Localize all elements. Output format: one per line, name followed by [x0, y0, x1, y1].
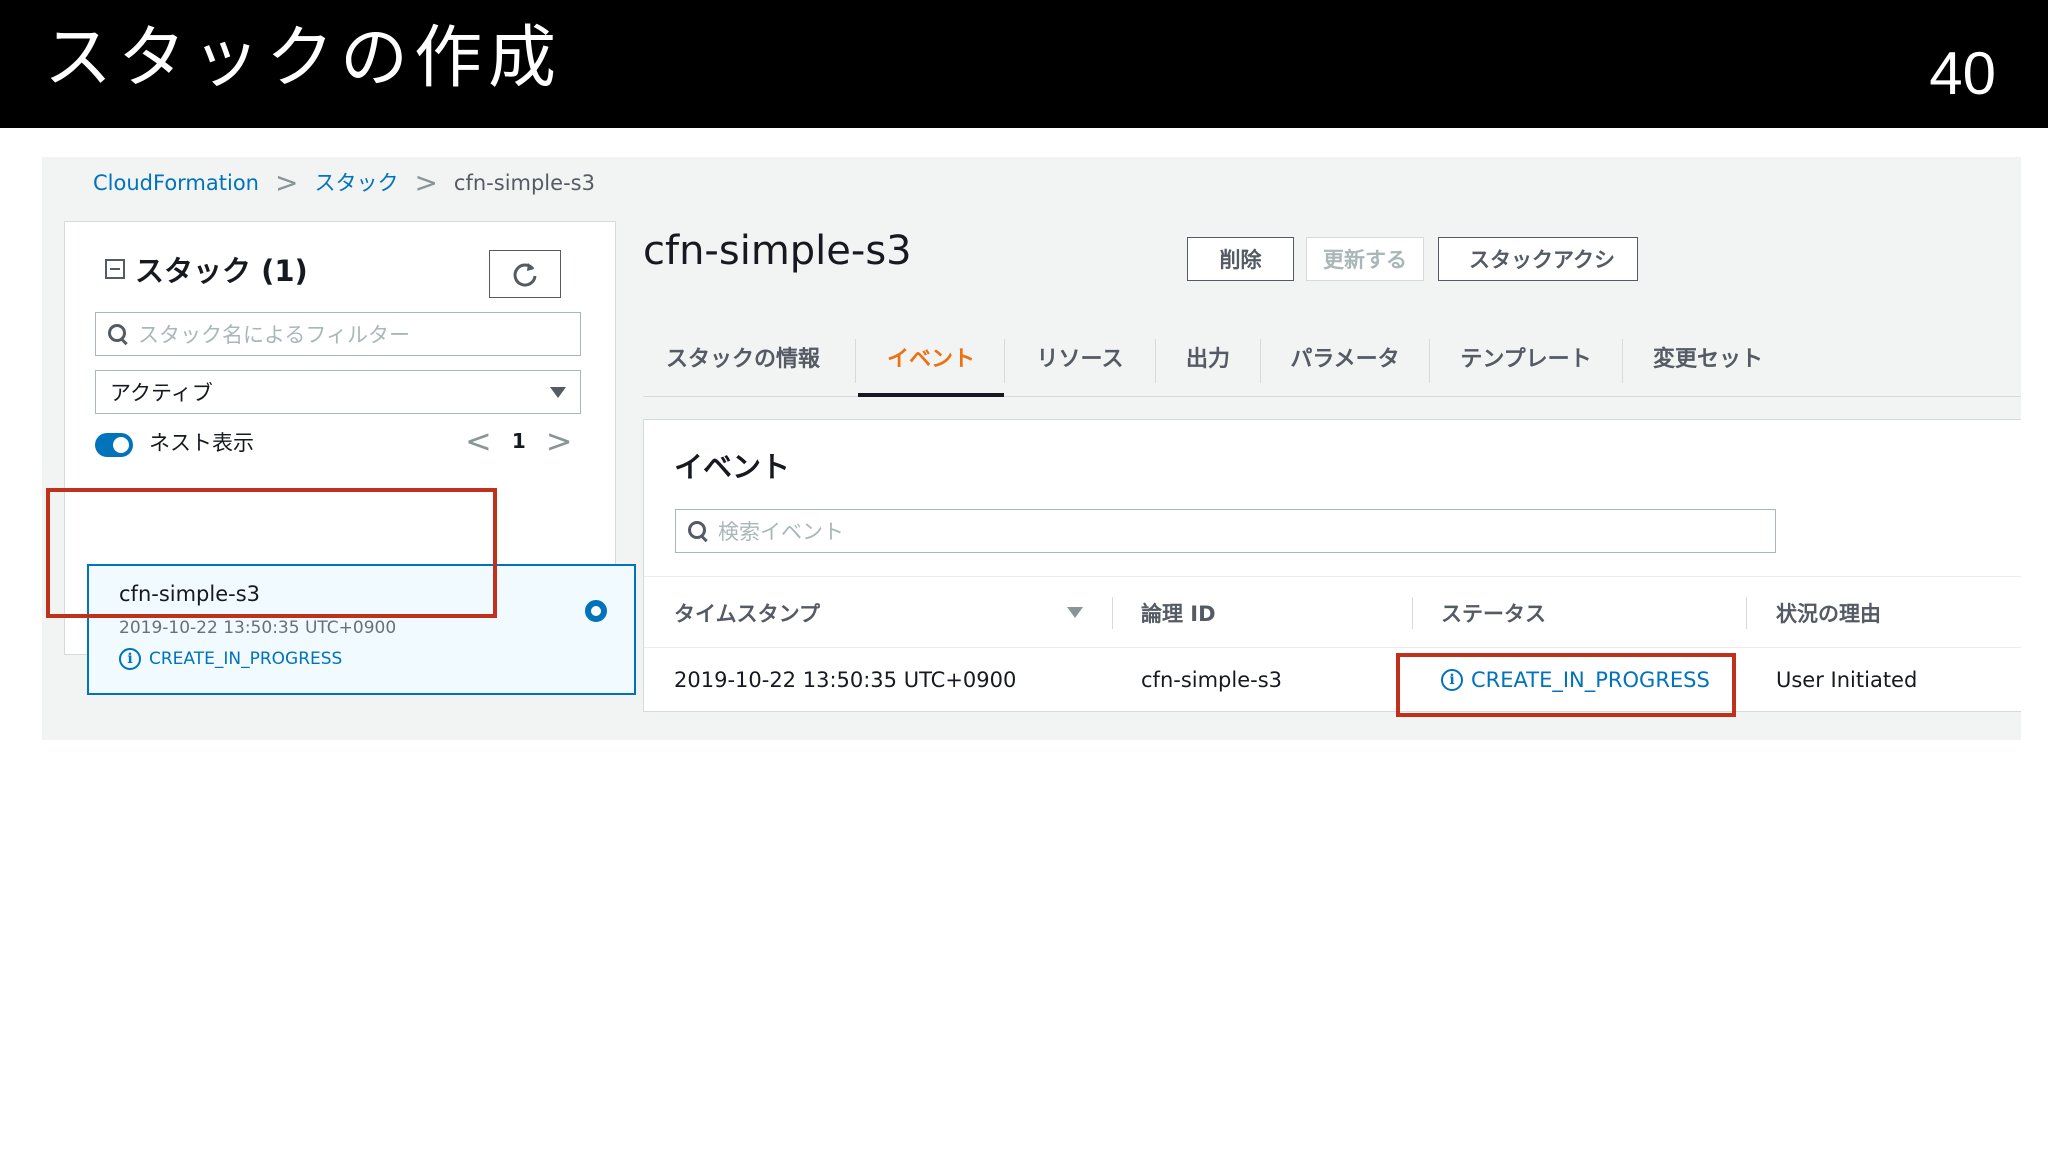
events-panel: イベント 検索イベント タイムスタンプ 論理 ID ステータス 状況の理由 20… — [643, 419, 2021, 712]
chevron-left-icon[interactable]: < — [465, 425, 492, 457]
slide-title: スタックの作成 — [44, 19, 563, 98]
events-title: イベント — [674, 450, 791, 484]
update-button[interactable]: 更新する — [1306, 237, 1424, 281]
stack-item-status-text: CREATE_IN_PROGRESS — [149, 649, 343, 669]
tab-resources[interactable]: リソース — [1005, 317, 1155, 397]
breadcrumb: CloudFormation > スタック > cfn-simple-s3 — [93, 168, 595, 198]
slide-page-number: 40 — [1929, 40, 1996, 107]
column-divider — [1746, 597, 1747, 629]
page-number[interactable]: 1 — [512, 429, 526, 453]
console-screenshot: CloudFormation > スタック > cfn-simple-s3 スタ… — [42, 157, 2021, 740]
breadcrumb-separator-icon: > — [414, 166, 438, 199]
refresh-button[interactable] — [489, 250, 561, 298]
stack-select-radio[interactable] — [585, 600, 607, 622]
stack-tabs: スタックの情報 イベント リソース 出力 パラメータ テンプレート 変更セット — [643, 317, 2021, 397]
search-icon — [108, 324, 128, 344]
stack-filter-input[interactable]: スタック名によるフィルター — [95, 312, 581, 356]
stack-item-created: 2019-10-22 13:50:35 UTC+0900 — [119, 618, 397, 638]
caret-down-icon — [550, 386, 566, 398]
highlight-box-stack — [46, 488, 497, 618]
breadcrumb-stacks[interactable]: スタック — [314, 168, 398, 198]
collapse-icon[interactable] — [105, 259, 125, 279]
stacks-panel-title: スタック (1) — [135, 254, 308, 288]
status-filter-select[interactable]: アクティブ — [95, 370, 581, 414]
event-search-placeholder: 検索イベント — [718, 520, 844, 544]
tab-parameters[interactable]: パラメータ — [1261, 317, 1429, 397]
event-logical-id: cfn-simple-s3 — [1141, 668, 1283, 692]
stack-title: cfn-simple-s3 — [643, 228, 912, 274]
breadcrumb-cloudformation[interactable]: CloudFormation — [93, 168, 259, 198]
chevron-right-icon[interactable]: > — [546, 425, 573, 457]
nested-view-label: ネスト表示 — [149, 431, 254, 455]
events-table-header: タイムスタンプ 論理 ID ステータス 状況の理由 — [644, 576, 2021, 648]
column-divider — [1412, 597, 1413, 629]
breadcrumb-separator-icon: > — [274, 166, 299, 199]
tab-change-sets[interactable]: 変更セット — [1623, 317, 1793, 397]
column-header-reason[interactable]: 状況の理由 — [1776, 577, 1881, 649]
column-header-logical-id[interactable]: 論理 ID — [1141, 577, 1216, 649]
active-tab-indicator — [858, 393, 1004, 397]
tab-stack-info[interactable]: スタックの情報 — [643, 317, 843, 397]
info-icon: i — [119, 648, 141, 670]
search-icon — [688, 521, 708, 541]
stack-filter-placeholder: スタック名によるフィルター — [138, 323, 410, 347]
event-reason: User Initiated — [1776, 668, 1918, 692]
column-header-timestamp[interactable]: タイムスタンプ — [674, 577, 820, 649]
tab-template[interactable]: テンプレート — [1430, 317, 1622, 397]
column-header-status[interactable]: ステータス — [1441, 577, 1546, 649]
event-search-input[interactable]: 検索イベント — [675, 509, 1776, 553]
nested-view-toggle[interactable] — [95, 433, 133, 457]
tab-outputs[interactable]: 出力 — [1156, 317, 1260, 397]
tab-events[interactable]: イベント — [858, 317, 1004, 397]
stack-item-status: i CREATE_IN_PROGRESS — [119, 648, 342, 670]
stack-actions-button[interactable]: スタックアクシ — [1438, 237, 1638, 281]
sort-descending-icon[interactable] — [1067, 607, 1083, 618]
breadcrumb-current: cfn-simple-s3 — [453, 171, 595, 195]
highlight-box-event-status — [1396, 653, 1736, 717]
column-divider — [1112, 597, 1113, 629]
slide-header: スタックの作成 40 — [0, 0, 2048, 128]
delete-button[interactable]: 削除 — [1187, 237, 1294, 281]
event-timestamp: 2019-10-22 13:50:35 UTC+0900 — [674, 668, 1017, 692]
refresh-icon — [513, 263, 537, 287]
tab-divider — [855, 339, 856, 383]
pagination: < 1 > — [465, 425, 573, 457]
status-filter-value: アクティブ — [110, 381, 213, 405]
